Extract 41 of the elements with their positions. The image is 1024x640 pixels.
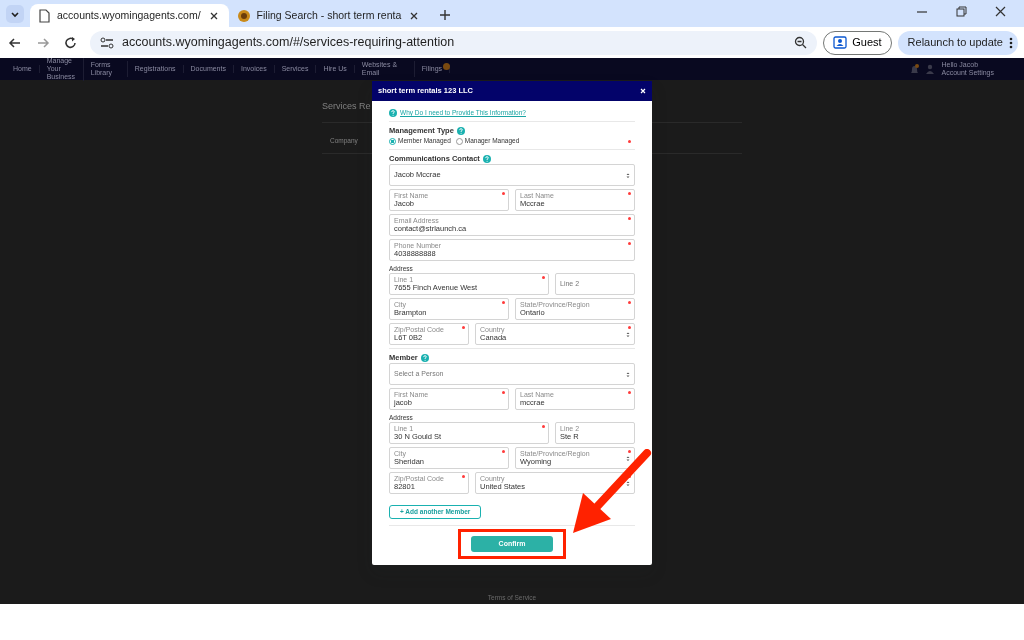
kebab-menu-icon (1008, 36, 1014, 49)
help-icon[interactable] (482, 154, 491, 163)
profile-button[interactable]: Guest (823, 30, 892, 55)
url-text: accounts.wyomingagents.com/#/services-requiring-attention (122, 34, 456, 52)
reload-icon (64, 35, 78, 50)
zoom-icon[interactable] (794, 36, 808, 49)
sort-caret-icon (626, 456, 630, 462)
address-bar[interactable]: accounts.wyomingagents.com/#/services-requiring-attention (90, 30, 818, 55)
browser-tab[interactable]: Filing Search - short term renta (228, 4, 430, 27)
relaunch-button[interactable]: Relaunch to update (897, 30, 1018, 55)
sort-caret-icon (626, 332, 630, 338)
help-icon[interactable] (420, 353, 429, 362)
browser-tab[interactable]: accounts.wyomingagents.com/ (30, 4, 229, 27)
tab-title: Filing Search - short term renta (256, 7, 402, 23)
person-icon (833, 36, 848, 49)
plus-icon (439, 9, 452, 21)
restore-button[interactable] (954, 4, 969, 19)
page-icon (38, 8, 51, 23)
close-icon (208, 10, 219, 21)
close-button[interactable] (640, 88, 646, 94)
sort-caret-icon (626, 481, 630, 487)
user-icon (925, 64, 936, 74)
close-icon (640, 88, 646, 94)
page-heading: Services Re (322, 100, 371, 113)
help-icon[interactable] (456, 126, 465, 135)
close-icon (995, 6, 1006, 17)
sort-caret-icon (626, 372, 630, 378)
radio-button[interactable] (389, 137, 396, 145)
help-icon[interactable] (389, 109, 397, 117)
favicon-icon (236, 8, 251, 23)
caret-icon (10, 10, 20, 18)
back-arrow-icon (8, 35, 22, 50)
restore-icon (956, 6, 967, 17)
bell-icon[interactable] (909, 64, 920, 74)
sort-caret-icon (626, 173, 630, 179)
tab-search-button[interactable] (6, 5, 24, 23)
tab-title: accounts.wyomingagents.com/ (57, 7, 201, 23)
close-icon (409, 10, 420, 21)
close-window-button[interactable] (993, 4, 1008, 19)
site-info-icon[interactable] (100, 35, 114, 50)
forward-arrow-icon (36, 35, 50, 50)
